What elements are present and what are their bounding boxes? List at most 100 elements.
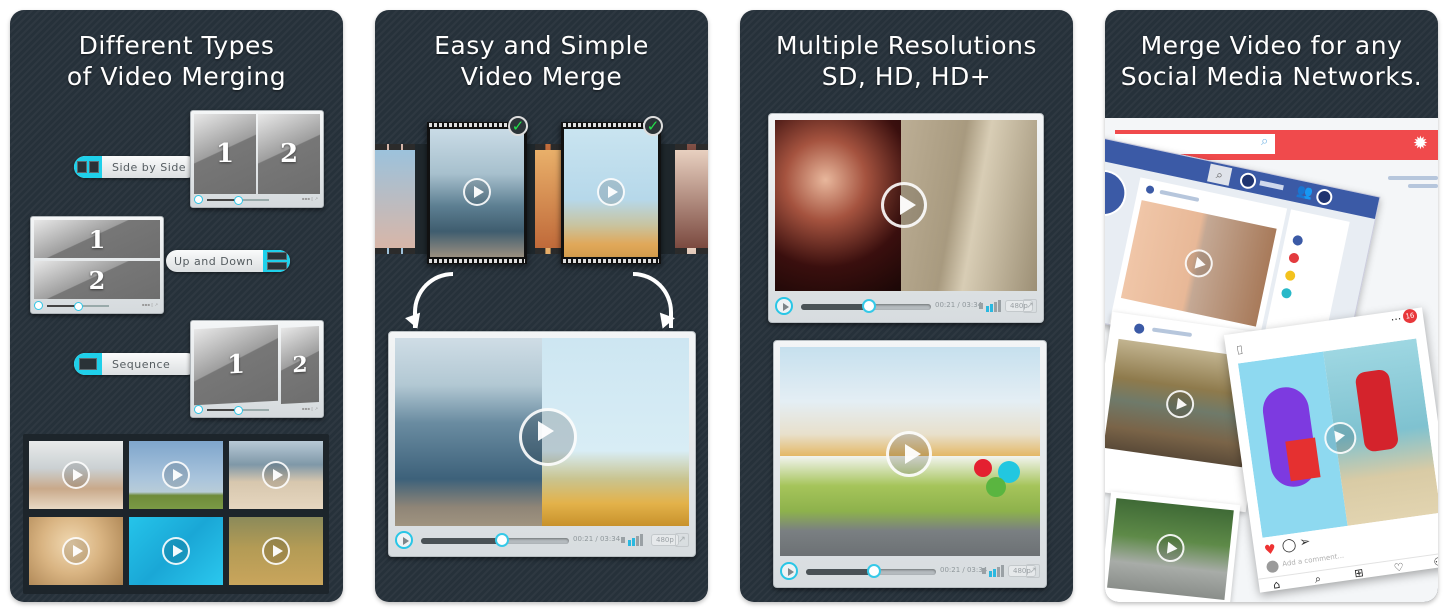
play-overlay-button[interactable] [519,408,577,466]
check-icon: ✓ [508,116,528,136]
mode-sequence-button[interactable]: Sequence [74,353,198,375]
fullscreen-icon[interactable]: ↗ [675,533,689,547]
seek-bar[interactable] [421,533,569,547]
seek-fill [801,304,869,310]
side-by-side-icon [74,156,102,178]
play-icon [62,461,90,489]
placeholder-line [1259,180,1284,191]
contact-avatar[interactable] [1281,267,1299,284]
mini-player-controls: ▪▪▪ ▯ ↗ [194,195,320,205]
seek-bar[interactable] [806,564,936,578]
balloon [974,459,992,477]
film-frame-thumbnail[interactable] [375,144,415,254]
social-media-collage: ⌕ ✹ ⌕ 👥 ⌷ ··· 16 ♥ ◯ ➢ Add a comment... … [1105,118,1438,602]
post-avatar-icon [1131,320,1148,337]
film-frame-thumbnail[interactable] [535,144,561,254]
camera-icon[interactable]: ⌷ [1235,343,1244,359]
comment-input[interactable]: Add a comment... [1282,552,1345,569]
placeholder-line [1408,184,1438,188]
gallery-thumbnail[interactable] [29,517,123,585]
time-readout: 00:21 / 03:34 [935,301,983,309]
seek-knob[interactable] [861,299,876,313]
mini-player-controls: ▪▪▪ ▯ ↗ [194,405,320,415]
gallery-thumbnail[interactable] [29,441,123,509]
gallery-thumbnail[interactable] [129,441,223,509]
selected-clip-1[interactable] [427,122,527,264]
play-button[interactable] [775,297,793,315]
screenshot-card-easy-merge: Easy and Simple Video Merge ✓ ✓ 00:21 / … [375,10,708,602]
comment-icon[interactable]: ◯ [1281,537,1298,554]
gear-icon[interactable]: ✹ [1413,133,1428,155]
player-controls: 00:21 / 03:34 480p ↗ [395,530,689,552]
merged-video-player: 00:21 / 03:34 480p ↗ [388,331,696,557]
play-button[interactable] [780,562,798,580]
gallery-thumbnail[interactable] [229,517,323,585]
person-figure [1354,368,1400,453]
play-icon [463,178,491,206]
time-readout: 00:21 / 03:34 [940,566,988,574]
fullscreen-icon[interactable]: ↗ [1026,564,1040,578]
search-icon[interactable]: ⌕ [1314,572,1322,587]
play-icon [262,461,290,489]
balloon [986,477,1006,497]
gallery-thumbnail[interactable] [129,517,223,585]
activity-heart-icon[interactable]: ♡ [1393,560,1405,574]
share-icon[interactable]: ➢ [1299,534,1312,550]
volume-control[interactable] [621,534,645,546]
post-video[interactable] [1120,200,1277,327]
post-video[interactable] [1237,338,1438,538]
search-icon[interactable]: ⌕ [1207,163,1233,186]
volume-control[interactable] [982,565,1006,577]
video-screen[interactable] [780,347,1040,556]
seek-knob[interactable] [866,564,881,578]
messenger-icon [1314,187,1334,207]
play-icon [597,178,625,206]
more-icon[interactable]: ··· [1390,312,1402,326]
cell-1: 1 [194,114,256,194]
add-post-icon[interactable]: ⊞ [1353,566,1364,580]
video-screen[interactable] [395,338,689,526]
cartoon-figure [1285,437,1321,482]
contact-avatar[interactable] [1285,249,1303,267]
mini-player-controls: ▪▪▪ ▯ ↗ [34,301,160,311]
gallery-thumbnail[interactable] [229,441,323,509]
mode-label: Sequence [112,357,171,371]
cell-1: 1 [34,220,160,258]
play-button[interactable] [395,531,413,549]
instagram-post: ⌷ ··· 16 ♥ ◯ ➢ Add a comment... ⌂ ⌕ ⊞ ♡ … [1223,307,1438,593]
commenter-avatar [1265,559,1280,574]
contact-avatar[interactable] [1289,232,1307,249]
friends-icon: 👥 [1295,183,1315,202]
card-title: Merge Video for any Social Media Network… [1120,31,1423,91]
template-preview-up-and-down[interactable]: 1 2 ▪▪▪ ▯ ↗ [30,216,164,314]
video-player-1: 00:21 / 03:34 480p ↗ [768,113,1044,323]
post-video[interactable] [1107,498,1234,600]
play-icon [162,461,190,489]
profile-icon[interactable]: ⚇ [1433,555,1438,569]
play-overlay-button[interactable] [886,431,932,477]
seek-bar[interactable] [801,299,931,313]
video-gallery [23,434,329,594]
heart-icon[interactable]: ♥ [1263,542,1277,558]
video-screen[interactable] [775,120,1037,291]
home-icon[interactable]: ⌂ [1272,578,1281,592]
selected-clip-2[interactable] [561,122,661,264]
play-icon [62,537,90,565]
cell-1: 1 [194,324,278,406]
volume-control[interactable] [979,300,1003,312]
template-preview-sequence[interactable]: 1 2 ▪▪▪ ▯ ↗ [190,320,324,418]
seek-knob[interactable] [495,533,510,547]
template-preview-side-by-side[interactable]: 1 2 ▪▪▪ ▯ ↗ [190,110,324,208]
sequence-icon [74,353,102,375]
mode-label: Up and Down [174,254,254,268]
mode-up-and-down-button[interactable]: Up and Down [166,250,290,272]
video-player-2: 00:21 / 03:34 480p ↗ [773,340,1047,588]
play-overlay-button[interactable] [881,182,927,228]
contact-avatar[interactable] [1278,284,1295,302]
player-controls: 00:21 / 03:34 480p ↗ [780,561,1040,583]
fullscreen-icon[interactable]: ↗ [1023,299,1037,313]
film-frame-thumbnail[interactable] [675,144,708,254]
play-icon [1182,246,1216,280]
player-controls: 00:21 / 03:34 480p ↗ [775,296,1037,318]
mode-side-by-side-button[interactable]: Side by Side [74,156,198,178]
